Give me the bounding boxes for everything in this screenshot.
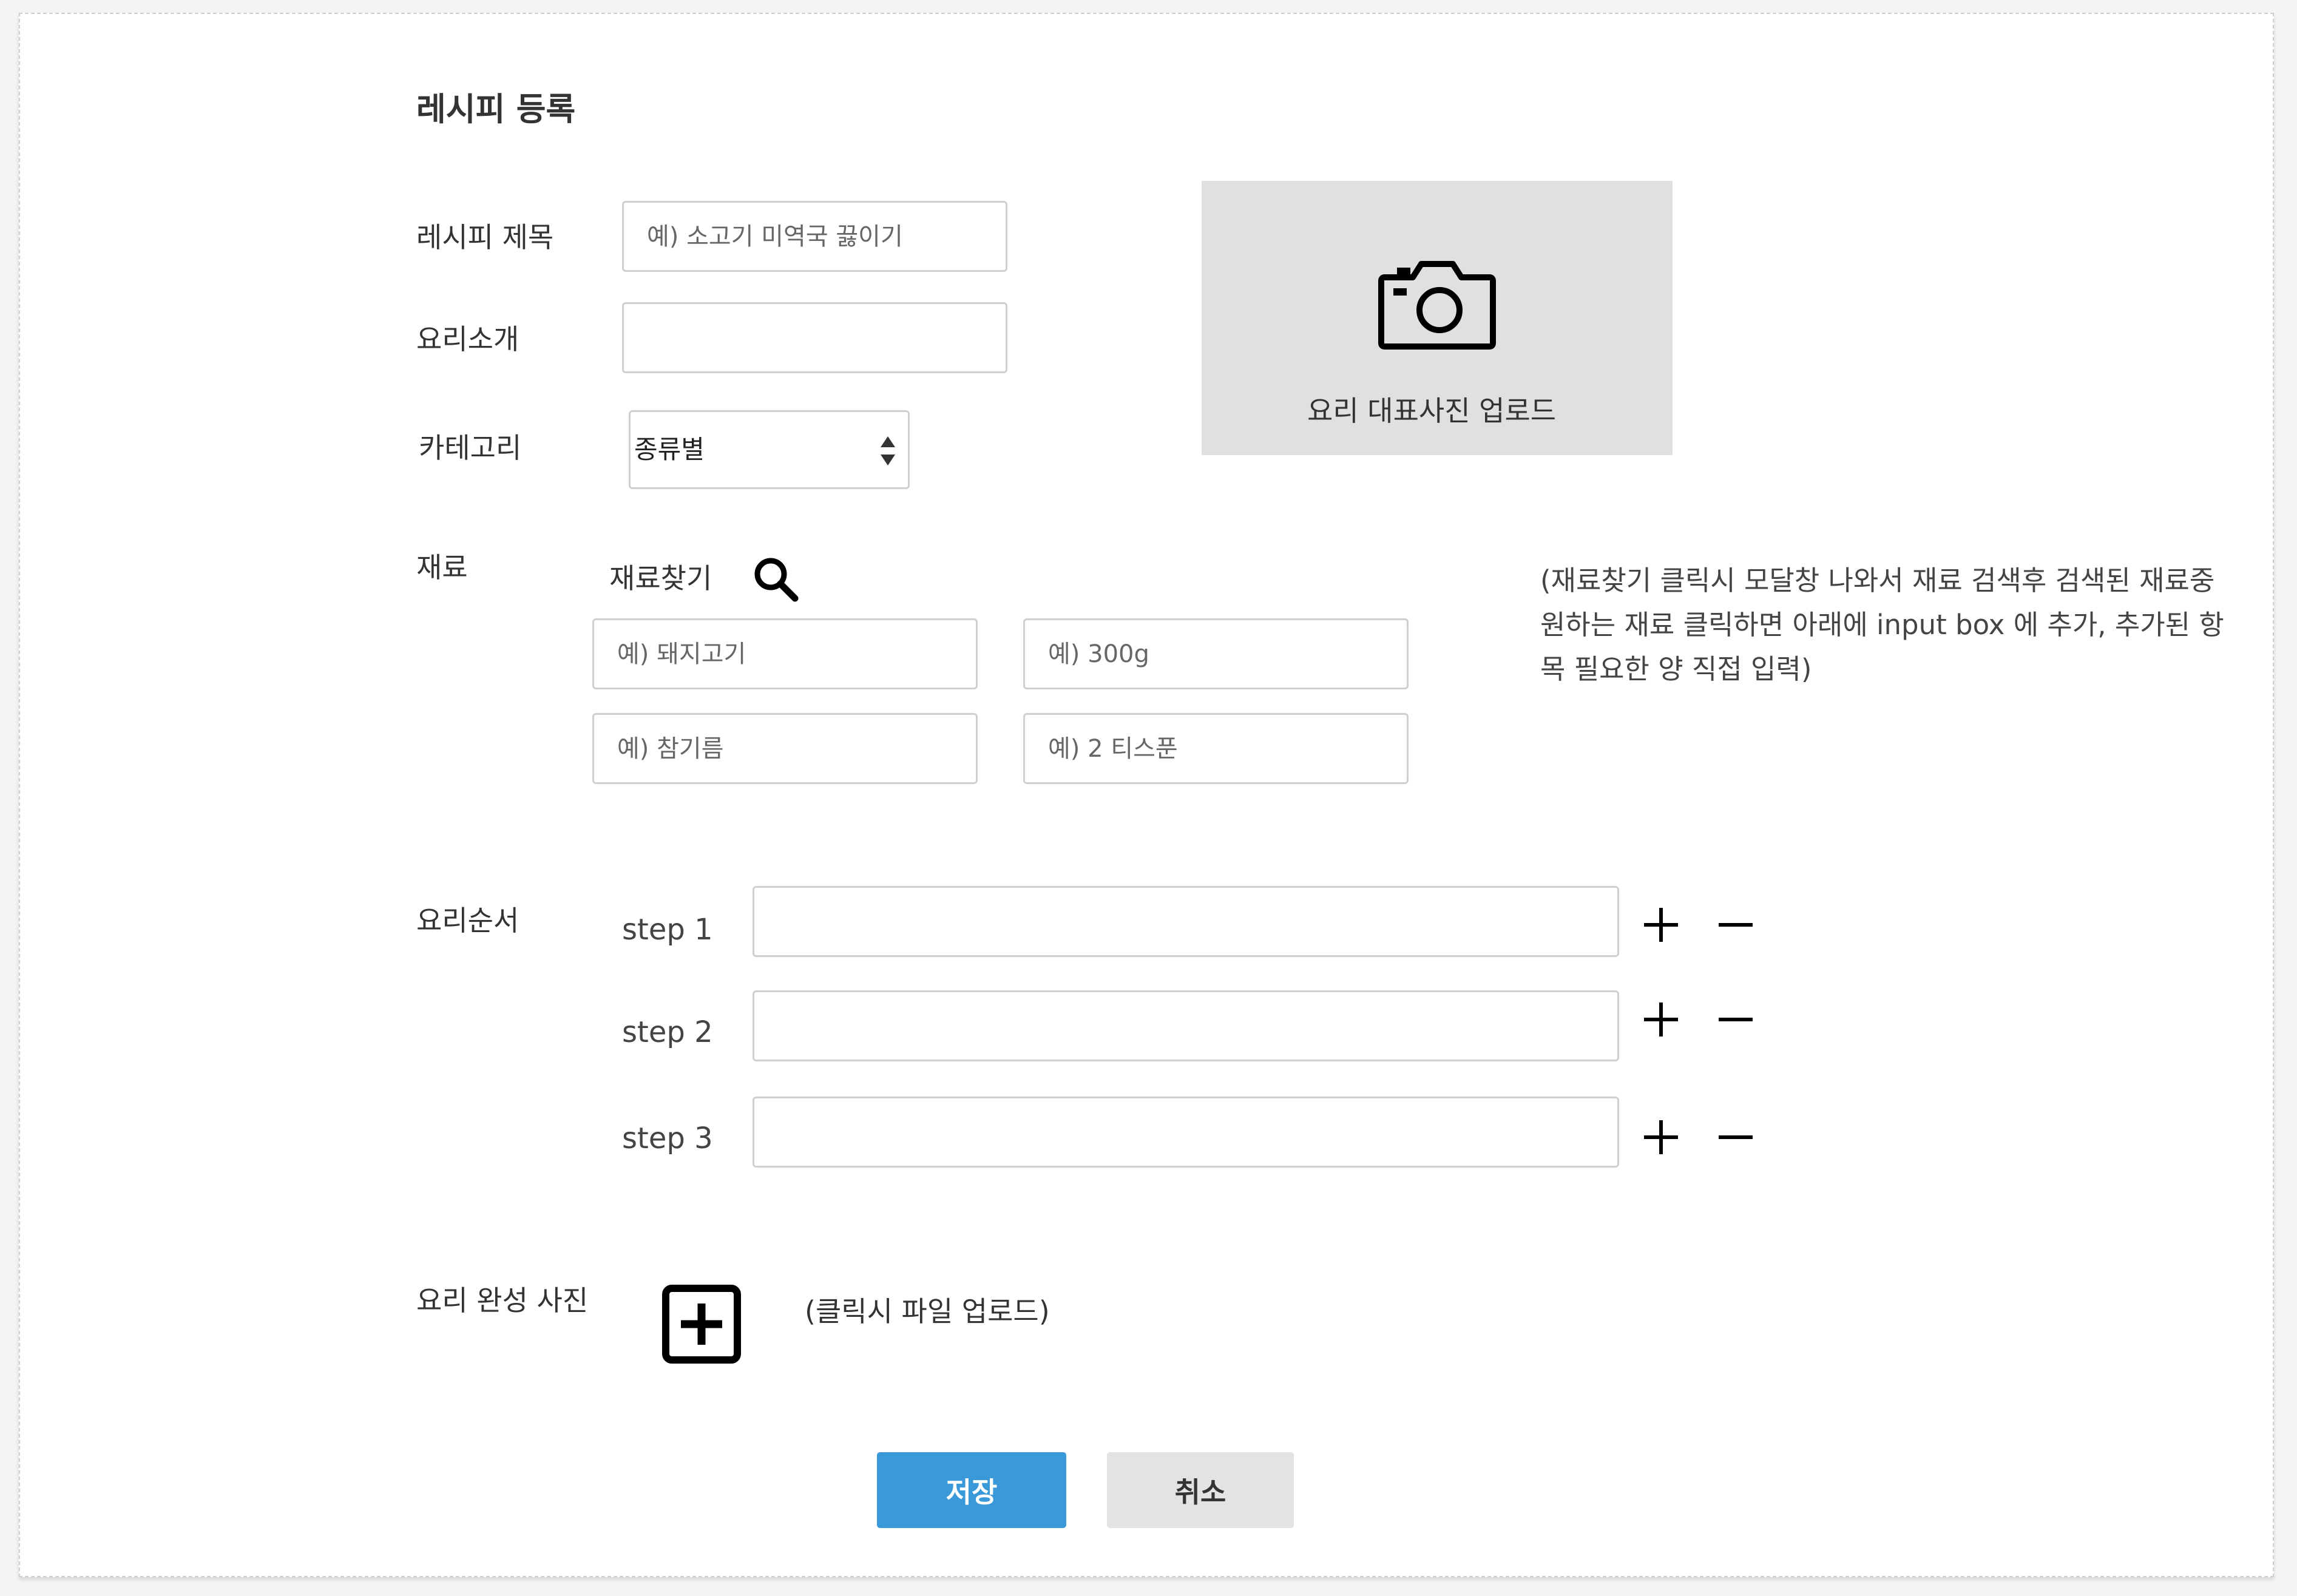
save-button[interactable]: 저장 xyxy=(877,1452,1066,1528)
page-title: 레시피 등록 xyxy=(416,91,576,128)
step-input-2[interactable] xyxy=(753,990,1619,1061)
step-label-2: step 2 xyxy=(622,1015,713,1049)
recipe-title-label: 레시피 제목 xyxy=(416,221,554,254)
ingredient-amount-input-1[interactable] xyxy=(1023,618,1409,689)
step-input-3[interactable] xyxy=(753,1097,1619,1168)
completion-photo-hint: (클릭시 파일 업로드) xyxy=(805,1295,1050,1328)
add-step-icon[interactable] xyxy=(1642,1000,1680,1039)
cancel-button[interactable]: 취소 xyxy=(1107,1452,1294,1528)
ingredients-label: 재료 xyxy=(416,551,468,584)
ingredient-search-label[interactable]: 재료찾기 xyxy=(609,564,712,592)
recipe-title-input[interactable] xyxy=(622,201,1007,272)
ingredient-name-input-2[interactable] xyxy=(592,713,978,784)
select-arrows-icon xyxy=(879,434,896,468)
remove-step-icon[interactable] xyxy=(1716,905,1755,944)
ingredient-name-input-1[interactable] xyxy=(592,618,978,689)
steps-label: 요리순서 xyxy=(416,904,519,937)
step-label-1: step 1 xyxy=(622,913,713,947)
add-photo-icon[interactable] xyxy=(661,1284,742,1364)
remove-step-icon[interactable] xyxy=(1716,1118,1755,1157)
category-label: 카테고리 xyxy=(419,431,522,464)
remove-step-icon[interactable] xyxy=(1716,1000,1755,1039)
camera-icon xyxy=(1376,258,1498,350)
ingredient-search-note: (재료찾기 클릭시 모달창 나와서 재료 검색후 검색된 재료중 원하는 재료 … xyxy=(1540,564,2224,685)
ingredient-amount-input-2[interactable] xyxy=(1023,713,1409,784)
completion-photo-label: 요리 완성 사진 xyxy=(416,1284,589,1317)
category-select[interactable]: 종류별 xyxy=(629,410,910,489)
intro-label: 요리소개 xyxy=(416,323,519,356)
step-input-1[interactable] xyxy=(753,886,1619,957)
search-icon[interactable] xyxy=(751,555,800,603)
main-photo-upload-label: 요리 대표사진 업로드 xyxy=(1307,394,1557,427)
add-step-icon[interactable] xyxy=(1642,1118,1680,1157)
main-photo-upload[interactable]: 요리 대표사진 업로드 xyxy=(1202,181,1673,455)
step-label-3: step 3 xyxy=(622,1121,713,1155)
recipe-form-frame xyxy=(19,13,2274,1577)
category-selected-value: 종류별 xyxy=(634,435,705,464)
add-step-icon[interactable] xyxy=(1642,905,1680,944)
intro-input[interactable] xyxy=(622,302,1007,373)
